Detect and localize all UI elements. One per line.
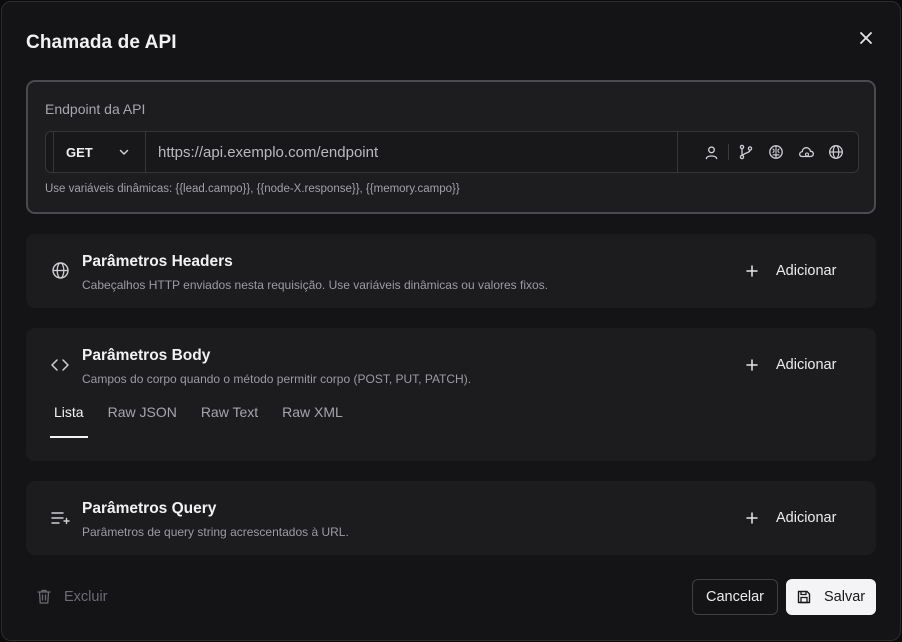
body-section: Parâmetros Body Campos do corpo quando o… bbox=[26, 328, 876, 461]
body-title: Parâmetros Body bbox=[82, 347, 211, 364]
variable-icons bbox=[678, 132, 858, 172]
save-button[interactable]: Salvar bbox=[786, 579, 876, 615]
code-icon bbox=[50, 355, 70, 375]
endpoint-section: Endpoint da API GET https://api.exemplo.… bbox=[26, 80, 876, 214]
add-body-button[interactable]: Adicionar bbox=[742, 348, 852, 382]
headers-title: Parâmetros Headers bbox=[82, 253, 233, 270]
method-prefix bbox=[46, 132, 54, 172]
delete-button[interactable]: Excluir bbox=[36, 588, 108, 605]
add-header-button[interactable]: Adicionar bbox=[742, 254, 852, 288]
dynamic-variables-hint: Use variáveis dinâmicas: {{lead.campo}},… bbox=[45, 183, 460, 195]
brain-icon[interactable] bbox=[761, 132, 791, 172]
icon-divider bbox=[728, 144, 729, 160]
method-select[interactable]: GET bbox=[46, 132, 146, 172]
cancel-button[interactable]: Cancelar bbox=[692, 579, 778, 615]
save-label: Salvar bbox=[824, 589, 866, 605]
globe-icon bbox=[50, 260, 70, 280]
add-query-label: Adicionar bbox=[776, 510, 837, 526]
delete-label: Excluir bbox=[64, 588, 108, 605]
git-branch-icon[interactable] bbox=[731, 132, 761, 172]
close-icon[interactable] bbox=[854, 26, 878, 50]
plus-icon bbox=[742, 355, 762, 375]
tab-raw-json[interactable]: Raw JSON bbox=[108, 402, 177, 438]
cloud-icon[interactable] bbox=[791, 132, 821, 172]
body-description: Campos do corpo quando o método permitir… bbox=[82, 372, 472, 386]
plus-icon bbox=[742, 508, 762, 528]
plus-icon bbox=[742, 261, 762, 281]
trash-icon bbox=[37, 589, 51, 604]
dialog-title: Chamada de API bbox=[26, 32, 177, 53]
query-title: Parâmetros Query bbox=[82, 500, 217, 517]
tab-raw-xml[interactable]: Raw XML bbox=[282, 402, 343, 438]
list-plus-icon bbox=[50, 508, 70, 528]
query-description: Parâmetros de query string acrescentados… bbox=[82, 525, 349, 539]
endpoint-input-row: GET bbox=[45, 131, 859, 173]
headers-section: Parâmetros Headers Cabeçalhos HTTP envia… bbox=[26, 234, 876, 308]
add-body-label: Adicionar bbox=[776, 357, 837, 373]
add-query-button[interactable]: Adicionar bbox=[742, 501, 852, 535]
headers-description: Cabeçalhos HTTP enviados nesta requisiçã… bbox=[82, 278, 549, 292]
endpoint-url-input[interactable] bbox=[146, 132, 678, 172]
tab-lista[interactable]: Lista bbox=[50, 402, 88, 438]
tab-raw-text[interactable]: Raw Text bbox=[201, 402, 258, 438]
endpoint-label: Endpoint da API bbox=[45, 101, 146, 117]
user-icon[interactable] bbox=[696, 132, 726, 172]
body-format-tabs: Lista Raw JSON Raw Text Raw XML bbox=[50, 402, 367, 438]
query-section: Parâmetros Query Parâmetros de query str… bbox=[26, 481, 876, 555]
chevron-down-icon bbox=[119, 149, 129, 155]
method-value: GET bbox=[66, 144, 93, 160]
save-icon bbox=[797, 590, 811, 604]
api-call-dialog: Chamada de API Endpoint da API GET https… bbox=[1, 1, 901, 641]
add-header-label: Adicionar bbox=[776, 263, 837, 279]
globe-icon[interactable] bbox=[821, 132, 851, 172]
